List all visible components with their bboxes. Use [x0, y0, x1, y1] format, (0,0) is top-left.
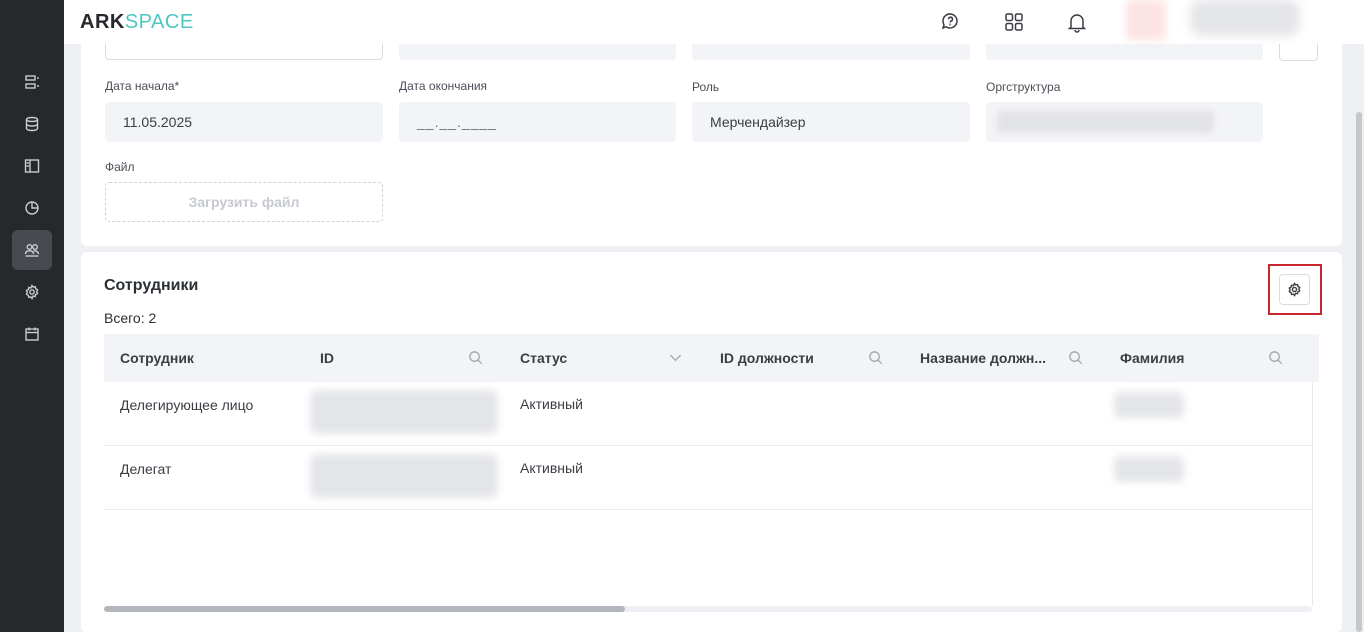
- avatar[interactable]: [1126, 0, 1166, 40]
- page-scrollbar-thumb[interactable]: [1356, 112, 1362, 632]
- end-date-label: Дата окончания: [399, 79, 488, 93]
- chevron-down-icon[interactable]: [668, 350, 684, 366]
- start-date-input[interactable]: 11.05.2025: [105, 102, 383, 142]
- id-cell-redacted: [310, 454, 498, 498]
- role-label: Роль: [692, 80, 720, 94]
- search-icon[interactable]: [1068, 350, 1084, 366]
- top-header: ARKSPACE: [64, 0, 1364, 44]
- search-icon[interactable]: [1268, 350, 1284, 366]
- pie-chart-icon: [25, 201, 39, 215]
- sidebar-item-settings[interactable]: [12, 272, 52, 312]
- employee-cell: Делегат: [120, 461, 172, 477]
- search-icon[interactable]: [868, 350, 884, 366]
- status-cell: Активный: [520, 396, 583, 412]
- role-select[interactable]: Мерчендайзер: [692, 102, 970, 142]
- status-cell: Активный: [520, 460, 583, 476]
- horizontal-scrollbar-thumb[interactable]: [104, 606, 625, 612]
- id-cell-redacted: [310, 390, 498, 434]
- last-name-cell-redacted: [1114, 392, 1184, 418]
- user-name-redacted[interactable]: [1190, 0, 1300, 36]
- employees-table: Сотрудник ID Статус ID должности Названи…: [104, 334, 1319, 614]
- database-icon: [25, 116, 39, 132]
- search-icon[interactable]: [468, 350, 484, 366]
- table-row[interactable]: Делегат Активный: [104, 446, 1312, 510]
- list-icon: [25, 75, 39, 89]
- column-header-employee[interactable]: Сотрудник: [120, 334, 300, 382]
- table-header: Сотрудник ID Статус ID должности Названи…: [104, 334, 1319, 382]
- employees-card: Сотрудники Всего: 2 Сотрудник ID Статус …: [81, 252, 1342, 632]
- last-name-cell-redacted: [1114, 456, 1184, 482]
- delegation-form-card: Дата начала* 11.05.2025 Дата окончания _…: [81, 20, 1342, 246]
- table-settings-button[interactable]: [1279, 274, 1310, 305]
- end-date-input[interactable]: __.__.____: [399, 102, 676, 142]
- sidebar: [0, 0, 64, 632]
- bell-icon[interactable]: [1064, 9, 1090, 35]
- apps-grid-icon[interactable]: [1001, 9, 1027, 35]
- table-divider: [1312, 382, 1313, 606]
- sidebar-item-users[interactable]: [12, 230, 52, 270]
- sidebar-item-calendar[interactable]: [12, 314, 52, 354]
- sidebar-item-analytics[interactable]: [12, 188, 52, 228]
- sidebar-item-database[interactable]: [12, 104, 52, 144]
- calendar-icon: [25, 327, 39, 341]
- file-label: Файл: [105, 160, 135, 174]
- org-structure-label: Оргструктура: [986, 80, 1061, 94]
- table-row[interactable]: Делегирующее лицо Активный: [104, 382, 1312, 446]
- sidebar-item-layout[interactable]: [12, 146, 52, 186]
- layout-icon: [24, 159, 40, 173]
- start-date-label: Дата начала*: [105, 79, 180, 93]
- upload-file-button[interactable]: Загрузить файл: [105, 182, 383, 222]
- employee-cell: Делегирующее лицо: [120, 397, 254, 413]
- org-structure-redacted: [997, 111, 1214, 133]
- support-chat-icon[interactable]: [938, 9, 964, 35]
- employees-title: Сотрудники: [104, 277, 199, 294]
- users-icon: [24, 244, 40, 257]
- gear-icon: [1288, 282, 1301, 297]
- logo[interactable]: ARKSPACE: [80, 11, 194, 33]
- sidebar-item-list[interactable]: [12, 62, 52, 102]
- gear-icon: [25, 284, 39, 300]
- employees-total-count: Всего: 2: [104, 310, 157, 326]
